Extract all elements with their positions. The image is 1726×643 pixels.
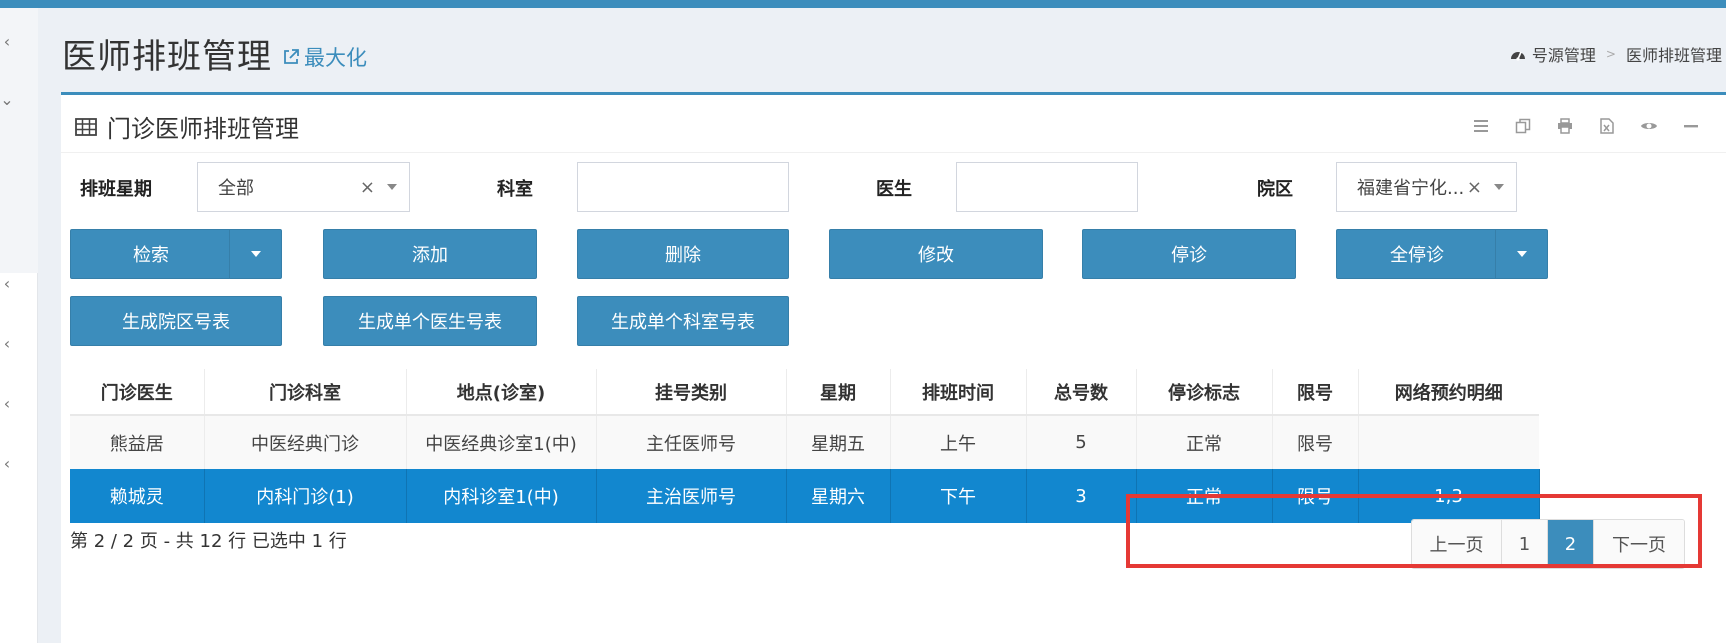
search-button[interactable]: 检索 xyxy=(71,230,231,278)
excel-icon[interactable] xyxy=(1586,115,1628,137)
table-cell: 限号 xyxy=(1272,415,1359,469)
eye-icon[interactable] xyxy=(1628,115,1670,137)
maximize-label: 最大化 xyxy=(304,46,367,70)
external-link-icon xyxy=(282,48,300,66)
column-header[interactable]: 排班时间 xyxy=(890,369,1027,416)
list-icon[interactable] xyxy=(1460,115,1502,137)
campus-value: 福建省宁化... xyxy=(1357,178,1465,199)
doctor-input[interactable] xyxy=(956,162,1138,212)
next-page-button[interactable]: 下一页 xyxy=(1594,520,1684,568)
print-icon[interactable] xyxy=(1544,115,1586,137)
panel-header: 门诊医师排班管理 xyxy=(61,95,1726,153)
table-cell: 5 xyxy=(1026,415,1137,469)
panel-tools xyxy=(1460,115,1712,137)
table-cell: 3 xyxy=(1026,469,1137,523)
search-button-group: 检索 xyxy=(70,229,282,279)
table-cell: 主治医师号 xyxy=(596,469,787,523)
breadcrumb: 号源管理 > 医师排班管理 xyxy=(1510,42,1722,66)
weekday-select[interactable]: 全部 × xyxy=(197,162,410,212)
column-header[interactable]: 门诊科室 xyxy=(204,369,407,416)
page-header: 医师排班管理 最大化 xyxy=(62,30,367,77)
table-cell: 内科诊室1(中) xyxy=(406,469,597,523)
campus-select[interactable]: 福建省宁化... × xyxy=(1336,162,1517,212)
generate-doctor-schedule-button[interactable]: 生成单个医生号表 xyxy=(323,296,537,346)
doctor-label: 医生 xyxy=(876,179,912,200)
edit-button[interactable]: 修改 xyxy=(829,229,1043,279)
dept-input[interactable] xyxy=(577,162,789,212)
column-header[interactable]: 网络预约明细 xyxy=(1358,369,1539,416)
caret-down-icon xyxy=(1516,251,1527,257)
caret-down-icon xyxy=(387,184,397,190)
schedule-panel: 门诊医师排班管理 排班星期 全部 × 科室 医生 院区 福建省宁化... × 检… xyxy=(61,92,1726,643)
table-cell: 正常 xyxy=(1136,415,1273,469)
suspend-button[interactable]: 停诊 xyxy=(1082,229,1296,279)
chevron-left-icon[interactable]: ‹ xyxy=(0,336,14,352)
chevron-left-icon[interactable]: ‹ xyxy=(0,396,14,412)
generate-dept-schedule-button[interactable]: 生成单个科室号表 xyxy=(577,296,789,346)
table-row[interactable]: 熊益居 中医经典门诊 中医经典诊室1(中) 主任医师号 星期五 上午 5 正常 … xyxy=(70,415,1539,469)
breadcrumb-item-current: 医师排班管理 xyxy=(1625,46,1722,65)
table-cell: 1,3 xyxy=(1358,469,1540,523)
table-header-row: 门诊医生 门诊科室 地点(诊室) 挂号类别 星期 排班时间 总号数 停诊标志 限… xyxy=(70,369,1539,416)
maximize-link[interactable]: 最大化 xyxy=(282,42,367,72)
chevron-down-icon[interactable]: ⌄ xyxy=(0,92,14,108)
table-cell: 正常 xyxy=(1136,469,1273,523)
breadcrumb-item-source[interactable]: 号源管理 xyxy=(1532,42,1596,66)
pagination-info: 第 2 / 2 页 - 共 12 行 已选中 1 行 xyxy=(70,531,347,552)
chevron-left-icon[interactable]: ‹ xyxy=(0,456,14,472)
table-cell: 星期六 xyxy=(786,469,891,523)
column-header[interactable]: 挂号类别 xyxy=(596,369,787,416)
suspend-all-button[interactable]: 全停诊 xyxy=(1337,230,1497,278)
copy-icon[interactable] xyxy=(1502,115,1544,137)
pagination: 上一页 1 2 下一页 xyxy=(1411,519,1685,569)
column-header[interactable]: 星期 xyxy=(786,369,891,416)
dashboard-icon xyxy=(1510,47,1526,61)
search-dropdown-toggle[interactable] xyxy=(229,230,281,278)
breadcrumb-separator: > xyxy=(1605,47,1616,61)
table-cell xyxy=(1358,415,1539,469)
table-cell: 上午 xyxy=(890,415,1027,469)
page-button-1[interactable]: 1 xyxy=(1502,520,1548,568)
weekday-value: 全部 xyxy=(218,178,254,199)
table-cell: 中医经典诊室1(中) xyxy=(406,415,597,469)
table-row-selected[interactable]: 赖城灵 内科门诊(1) 内科诊室1(中) 主治医师号 星期六 下午 3 正常 限… xyxy=(70,469,1540,523)
caret-down-icon xyxy=(1494,184,1504,190)
clear-icon[interactable]: × xyxy=(360,177,375,198)
top-navbar xyxy=(0,0,1726,8)
page-button-2[interactable]: 2 xyxy=(1548,520,1594,568)
column-header[interactable]: 门诊医生 xyxy=(70,369,205,416)
dept-label: 科室 xyxy=(497,179,533,200)
table-cell: 主任医师号 xyxy=(596,415,787,469)
table-cell: 下午 xyxy=(890,469,1027,523)
page-title: 医师排班管理 xyxy=(62,36,272,77)
table-cell: 中医经典门诊 xyxy=(204,415,407,469)
campus-label: 院区 xyxy=(1257,179,1293,200)
prev-page-button[interactable]: 上一页 xyxy=(1412,520,1502,568)
add-button[interactable]: 添加 xyxy=(323,229,537,279)
table-cell: 赖城灵 xyxy=(70,469,205,523)
weekday-label: 排班星期 xyxy=(80,179,152,200)
chevron-left-icon[interactable]: ‹ xyxy=(0,34,14,50)
table-cell: 内科门诊(1) xyxy=(204,469,407,523)
table-cell: 限号 xyxy=(1272,469,1359,523)
clear-icon[interactable]: × xyxy=(1467,177,1482,198)
column-header[interactable]: 限号 xyxy=(1272,369,1359,416)
panel-title: 门诊医师排班管理 xyxy=(75,109,299,144)
caret-down-icon xyxy=(250,251,261,257)
generate-campus-schedule-button[interactable]: 生成院区号表 xyxy=(70,296,282,346)
delete-button[interactable]: 删除 xyxy=(577,229,789,279)
minimize-icon[interactable] xyxy=(1670,115,1712,137)
sidebar-collapsed: ‹ ⌄ ‹ ‹ ‹ ‹ xyxy=(0,8,38,643)
panel-title-text: 门诊医师排班管理 xyxy=(107,115,299,143)
suspend-all-dropdown-toggle[interactable] xyxy=(1495,230,1547,278)
table-icon xyxy=(75,117,97,136)
chevron-left-icon[interactable]: ‹ xyxy=(0,276,14,292)
column-header[interactable]: 停诊标志 xyxy=(1136,369,1273,416)
table-cell: 星期五 xyxy=(786,415,891,469)
schedule-table: 门诊医生 门诊科室 地点(诊室) 挂号类别 星期 排班时间 总号数 停诊标志 限… xyxy=(70,369,1540,523)
table-cell: 熊益居 xyxy=(70,415,205,469)
column-header[interactable]: 地点(诊室) xyxy=(406,369,597,416)
column-header[interactable]: 总号数 xyxy=(1026,369,1137,416)
suspend-all-button-group: 全停诊 xyxy=(1336,229,1548,279)
